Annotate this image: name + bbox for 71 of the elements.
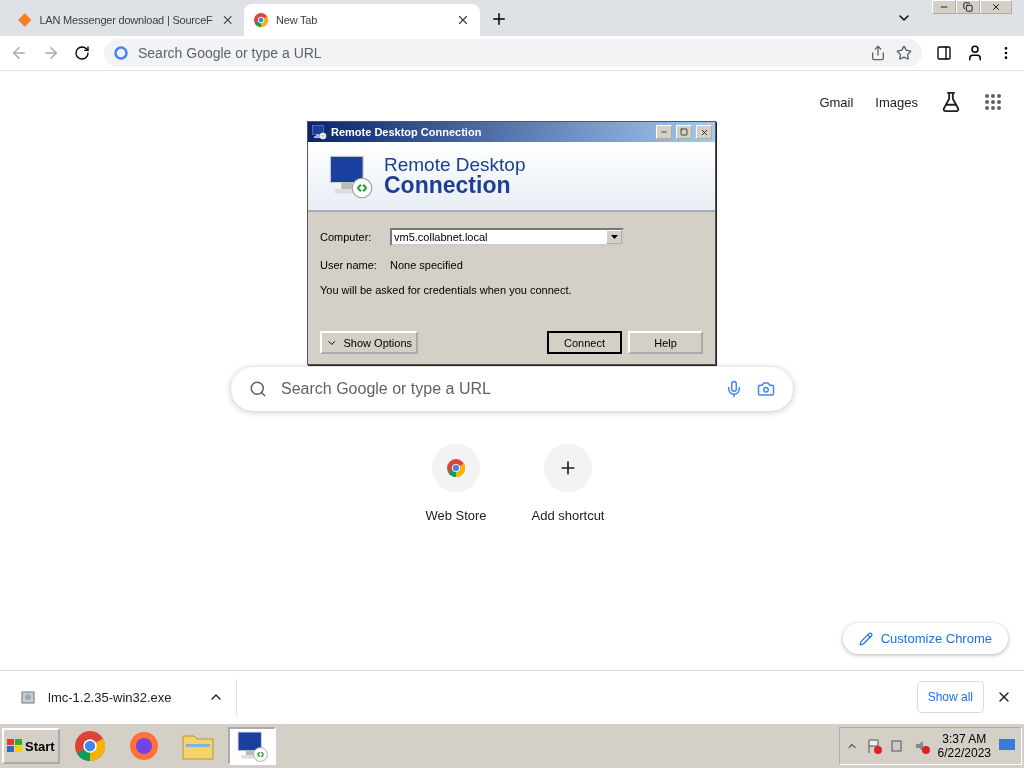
field-label: Computer: [320, 231, 373, 243]
speaker-icon[interactable] [913, 738, 930, 754]
flag-icon[interactable] [865, 738, 882, 754]
chrome-icon [254, 13, 268, 27]
browser-tab[interactable]: LAN Messenger download | SourceF [8, 4, 244, 36]
close-icon [699, 127, 709, 137]
apps-grid-icon[interactable] [984, 93, 1002, 111]
pencil-icon [858, 631, 873, 646]
clock-time: 3:37 AM [942, 732, 987, 746]
dropdown-button[interactable] [606, 230, 622, 244]
dialog-button[interactable]: Connect [547, 331, 622, 354]
field-label: User name: [320, 259, 378, 271]
maximize-icon [680, 128, 688, 136]
browser-tab[interactable]: New Tab [244, 4, 480, 36]
folder-icon [181, 732, 214, 760]
taskbar-app[interactable] [227, 727, 276, 765]
close-icon [991, 2, 1001, 12]
search-icon [249, 380, 267, 398]
dialog-title: Remote Desktop Connection [331, 126, 483, 138]
close-icon[interactable] [456, 13, 470, 27]
restore-icon [963, 2, 973, 12]
start-button[interactable]: Start [2, 728, 60, 764]
shortcut-label: Add shortcut [531, 508, 605, 523]
close-button[interactable] [980, 0, 1012, 14]
computer-combobox[interactable]: vm5.collabnet.local [390, 228, 624, 246]
minimize-button[interactable] [932, 0, 956, 14]
bookmark-icon[interactable] [896, 45, 912, 61]
address-bar[interactable]: Search Google or type a URL [104, 39, 922, 67]
search-field[interactable]: Search Google or type a URL [231, 367, 793, 411]
windows-logo-icon [7, 739, 23, 753]
close-button[interactable] [696, 125, 712, 139]
field-value: None specified [390, 259, 463, 271]
note-text: You will be asked for credentials when you connect. [320, 284, 573, 296]
firefox-icon [128, 731, 159, 761]
installer-icon [20, 689, 36, 705]
dialog-button[interactable]: Help [628, 331, 703, 354]
monitor-icon [311, 124, 327, 140]
new-tab-icon[interactable] [490, 10, 508, 28]
download-filename[interactable]: lmc-1.2.35-win32.exe [48, 689, 196, 705]
desktop-icon[interactable] [999, 739, 1015, 753]
chrome-icon [447, 459, 465, 477]
caret-icon [610, 235, 618, 239]
address-placeholder: Search Google or type a URL [138, 45, 323, 61]
profile-icon[interactable] [966, 44, 984, 62]
minimize-icon [660, 128, 668, 136]
mic-icon[interactable] [725, 380, 743, 398]
shortcut-label: Web Store [425, 508, 487, 523]
side-panel-icon[interactable] [936, 45, 952, 61]
share-icon[interactable] [870, 45, 886, 61]
diamond-icon [18, 13, 32, 27]
monitor-icon [234, 729, 269, 763]
restore-button[interactable] [956, 0, 980, 14]
chrome-icon [74, 731, 105, 761]
show-options-button[interactable]: Show Options [320, 331, 418, 354]
google-icon [114, 46, 128, 60]
shortcut-tile[interactable] [544, 444, 592, 492]
search-placeholder: Search Google or type a URL [281, 380, 492, 398]
tab-title: LAN Messenger download | SourceF [39, 14, 213, 26]
banner-heading: Connection [384, 174, 511, 197]
tab-title: New Tab [276, 14, 319, 26]
show-all-button[interactable]: Show all [916, 681, 984, 713]
maximize-button[interactable] [676, 125, 692, 139]
shortcut-tile[interactable] [432, 444, 480, 492]
clock-date: 6/22/2023 [937, 746, 991, 760]
header-link[interactable]: Gmail [819, 94, 854, 110]
reload-icon[interactable] [74, 45, 90, 61]
flask-icon[interactable] [940, 91, 962, 113]
minimize-button[interactable] [656, 125, 672, 139]
header-link[interactable]: Images [875, 94, 918, 110]
customize-button[interactable]: Customize Chrome [842, 623, 1008, 654]
camera-icon[interactable] [757, 380, 775, 398]
